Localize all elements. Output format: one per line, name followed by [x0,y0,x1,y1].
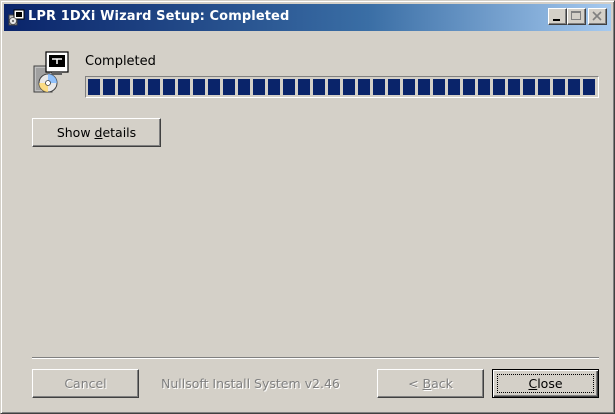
back-button[interactable]: < Back [377,369,484,398]
window-title: LPR 1DXi Wizard Setup: Completed [28,9,290,24]
cancel-button[interactable]: Cancel [32,369,139,398]
cancel-label: Cancel [64,376,107,391]
show-details-button[interactable]: Show details [32,118,161,147]
title-bar[interactable]: LPR 1DXi Wizard Setup: Completed [4,4,611,31]
minimize-icon [553,19,560,21]
progress-fill [88,79,596,95]
show-details-label: Show details [56,125,137,140]
close-window-button[interactable] [588,8,607,25]
minimize-button[interactable] [548,8,567,25]
back-label: < Back [408,376,453,391]
progress-bar [85,76,599,98]
installer-window: LPR 1DXi Wizard Setup: Completed Complet… [0,0,615,414]
branding-text: Nullsoft Install System v2.46 [161,376,340,391]
installer-icon [8,9,25,26]
close-icon [592,11,602,21]
close-label: Close [528,376,563,391]
maximize-icon [571,11,581,20]
status-text: Completed [85,54,156,69]
close-button[interactable]: Close [492,369,599,398]
setup-package-icon [32,50,74,96]
maximize-button[interactable] [567,8,586,25]
footer-separator [32,357,599,359]
